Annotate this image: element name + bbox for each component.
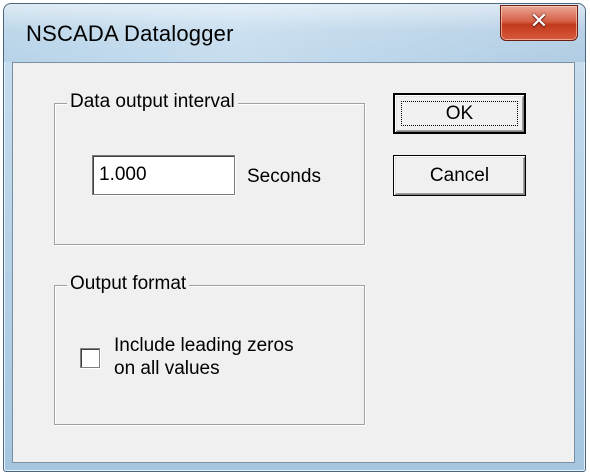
leading-zeros-label-line1: Include leading zeros [114, 335, 294, 356]
window-title: NSCADA Datalogger [26, 21, 234, 46]
seconds-unit-label: Seconds [247, 166, 321, 187]
cancel-button[interactable]: Cancel [393, 155, 526, 196]
ok-button[interactable]: OK [393, 93, 526, 134]
dialog-window: NSCADA Datalogger ✕ Data output interval… [3, 3, 586, 472]
output-format-group-label: Output format [67, 273, 190, 295]
cancel-button-label: Cancel [429, 164, 490, 186]
ok-button-label: OK [445, 102, 474, 124]
dialog-client-area: Data output interval Seconds Output form… [12, 62, 575, 463]
close-x-icon: ✕ [529, 9, 549, 34]
interval-seconds-input[interactable] [92, 155, 235, 195]
leading-zeros-label-line2: on all values [114, 358, 220, 379]
leading-zeros-checkbox[interactable] [80, 348, 100, 368]
close-button[interactable]: ✕ [500, 5, 578, 41]
title-bar[interactable]: NSCADA Datalogger ✕ [4, 4, 585, 62]
leading-zeros-label: Include leading zeros on all values [114, 334, 294, 380]
interval-group-label: Data output interval [67, 91, 238, 113]
